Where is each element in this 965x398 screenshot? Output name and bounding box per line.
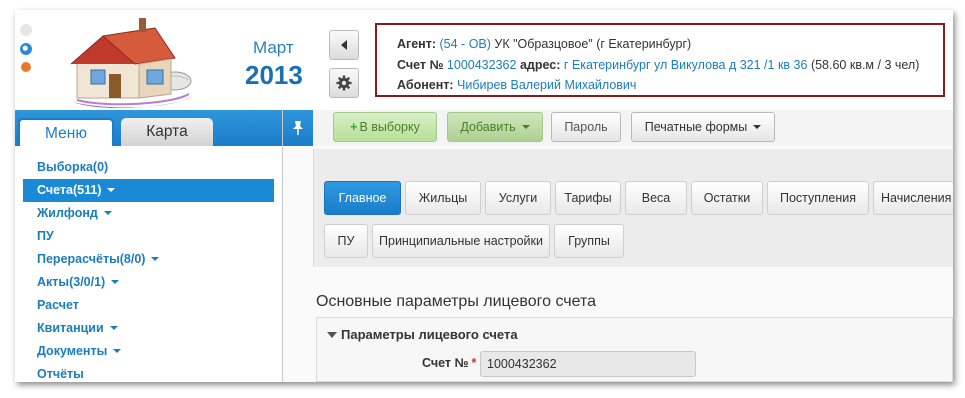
sidebar-item-housing[interactable]: Жилфонд: [15, 202, 282, 225]
status-dot-orange: [21, 62, 31, 72]
pin-icon: [293, 121, 303, 135]
chevron-down-icon: [521, 125, 530, 129]
sidebar-item-label: Документы: [37, 344, 108, 358]
sidebar-item-recalculations[interactable]: Перерасчёты(8/0): [15, 248, 282, 271]
tab-groups[interactable]: Группы: [554, 224, 624, 258]
tab-tariffs[interactable]: Тарифы: [555, 181, 621, 215]
chevron-down-icon: [113, 349, 122, 353]
tab-services[interactable]: Услуги: [485, 181, 551, 215]
agent-line: Агент: (54 - ОВ) УК "Образцовое" (г Екат…: [397, 34, 943, 55]
tab-principal-settings[interactable]: Принципиальные настройки: [372, 224, 550, 258]
tab-charges[interactable]: Начисления: [873, 181, 953, 215]
account-number-link[interactable]: 1000432362: [447, 58, 517, 72]
tab-map[interactable]: Карта: [121, 118, 213, 146]
toolbar: + В выборку Добавить Пароль Печатные форм…: [283, 110, 953, 146]
house-logo-icon: [70, 18, 192, 109]
password-button[interactable]: Пароль: [551, 112, 621, 142]
agent-code-link[interactable]: (54 - ОВ): [440, 37, 491, 51]
sidebar-item-label: Расчет: [37, 298, 79, 312]
tab-balances[interactable]: Остатки: [691, 181, 763, 215]
area-text: (58.60 кв.м / 3 чел): [810, 57, 920, 72]
sidebar-item-label: Счета(511): [37, 183, 102, 197]
sidebar-item-label: Выборка(0): [37, 160, 109, 174]
left-panel: Меню Карта Выборка(0) Счета(511) Жилфонд…: [15, 110, 283, 382]
chevron-down-icon: [151, 257, 160, 261]
sidebar-item-calculation[interactable]: Расчет: [15, 294, 282, 317]
agent-label: Агент:: [397, 37, 437, 51]
sidebar-item-acts[interactable]: Акты(3/0/1): [15, 271, 282, 294]
collapse-triangle-icon: [327, 332, 337, 338]
sidebar-item-accounts[interactable]: Счета(511): [23, 179, 274, 202]
sidebar-item-reports[interactable]: Отчёты: [15, 363, 282, 382]
account-field-label: Счет № *: [422, 356, 476, 370]
status-dots: [20, 24, 36, 79]
print-forms-label: Печатные формы: [644, 120, 748, 134]
account-field-label-text: Счет №: [422, 356, 469, 370]
group-toggle[interactable]: Параметры лицевого счета: [327, 327, 518, 342]
account-line: Счет № 1000432362 адрес: г Екатеринбург …: [397, 55, 943, 76]
account-label: Счет №: [397, 57, 444, 72]
chevron-down-icon: [103, 211, 112, 215]
address-label: адрес:: [519, 57, 561, 72]
account-info-panel: Агент: (54 - ОВ) УК "Образцовое" (г Екат…: [375, 23, 945, 97]
sidebar-item-label: Квитанции: [37, 321, 104, 335]
settings-button[interactable]: [329, 68, 359, 98]
tab-weights[interactable]: Веса: [625, 181, 687, 215]
gear-icon: [336, 75, 352, 91]
add-label: Добавить: [460, 120, 516, 134]
tab-meters[interactable]: ПУ: [324, 224, 368, 258]
address-link[interactable]: г Екатеринбург ул Викулова д 321 /1 кв 3…: [564, 58, 808, 72]
plus-icon: +: [350, 120, 358, 134]
agent-name: УК "Образцовое" (г Екатеринбург): [494, 37, 692, 51]
chevron-down-icon: [109, 326, 118, 330]
tab-payments[interactable]: Поступления: [767, 181, 869, 215]
sidebar-item-documents[interactable]: Документы: [15, 340, 282, 363]
sidebar-menu: Выборка(0) Счета(511) Жилфонд ПУ Перерас…: [15, 146, 282, 382]
chevron-down-icon: [753, 125, 762, 129]
chevron-down-icon: [111, 280, 120, 284]
chevron-down-icon: [107, 188, 116, 192]
current-month: Март: [253, 38, 294, 57]
group-title: Параметры лицевого счета: [341, 327, 518, 342]
subscriber-link[interactable]: Чибирев Валерий Михайлович: [457, 78, 636, 92]
section-title: Основные параметры лицевого счета: [316, 293, 597, 310]
required-marker: *: [471, 356, 477, 370]
tab-residents[interactable]: Жильцы: [405, 181, 481, 215]
toolbar-buttons: + В выборку Добавить Пароль Печатные форм…: [313, 110, 953, 146]
to-selection-label: В выборку: [359, 120, 420, 134]
tab-menu[interactable]: Меню: [18, 118, 114, 146]
status-dot-light: [20, 24, 32, 36]
arrow-left-icon: [341, 40, 347, 50]
to-selection-button[interactable]: + В выборку: [333, 112, 437, 142]
add-button[interactable]: Добавить: [447, 112, 543, 142]
content-tabs-panel: Главное Жильцы Услуги Тарифы Веса Остатк…: [313, 149, 953, 267]
sidebar-item-receipts[interactable]: Квитанции: [15, 317, 282, 340]
account-params-group: Параметры лицевого счета Счет № *: [316, 317, 953, 382]
account-number-field[interactable]: [480, 351, 696, 377]
sidebar-item-label: Акты(3/0/1): [37, 275, 106, 289]
tab-main[interactable]: Главное: [324, 181, 401, 215]
pin-button[interactable]: [283, 110, 313, 146]
sidebar-item-label: ПУ: [37, 229, 54, 243]
password-label: Пароль: [564, 120, 608, 134]
app-window: Март 2013 Агент: (54 - ОВ) УК "Образцово…: [15, 10, 953, 382]
sidebar-item-label: Жилфонд: [37, 206, 98, 220]
main-content: Главное Жильцы Услуги Тарифы Веса Остатк…: [283, 146, 953, 382]
sidebar-item-meters[interactable]: ПУ: [15, 225, 282, 248]
back-button[interactable]: [329, 30, 359, 60]
left-tabbar: Меню Карта: [15, 110, 282, 146]
sidebar-item-selection[interactable]: Выборка(0): [15, 156, 282, 179]
subscriber-label: Абонент:: [397, 78, 454, 92]
subscriber-line: Абонент: Чибирев Валерий Михайлович: [397, 75, 943, 95]
print-forms-button[interactable]: Печатные формы: [631, 112, 775, 142]
sidebar-item-label: Отчёты: [37, 367, 84, 381]
sidebar-item-label: Перерасчёты(8/0): [37, 252, 146, 266]
status-dot-blue[interactable]: [20, 43, 32, 55]
current-year: 2013: [245, 60, 303, 90]
